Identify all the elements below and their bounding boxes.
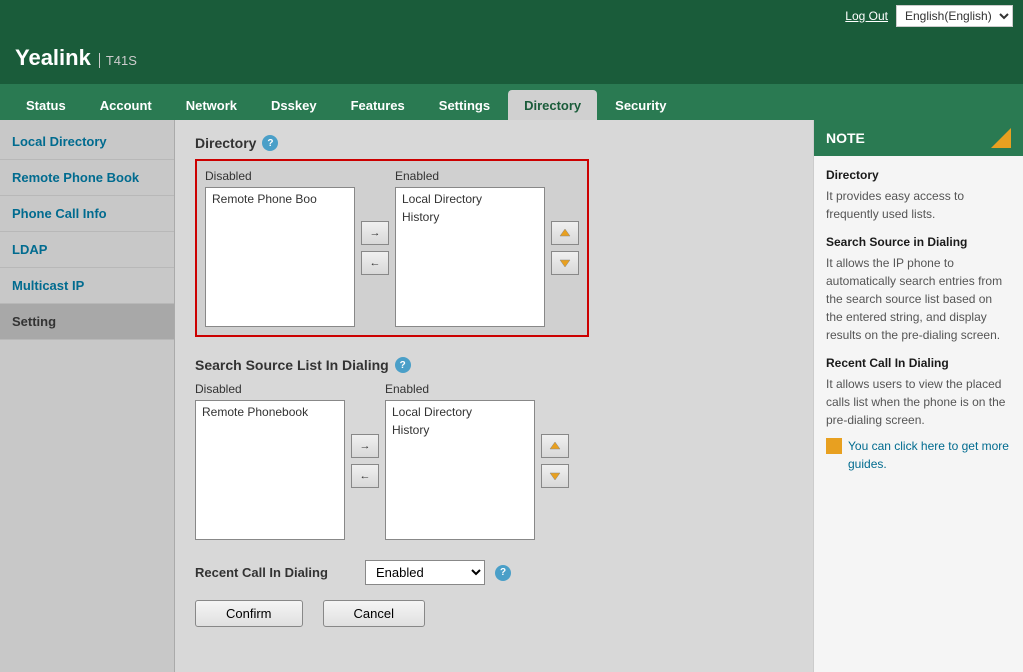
search-move-down-button[interactable] [541,464,569,488]
recent-call-row: Recent Call In Dialing Enabled Disabled … [195,560,793,585]
logout-button[interactable]: Log Out [845,9,888,23]
list-item[interactable]: Local Directory [398,190,542,208]
directory-enabled-list[interactable]: Local Directory History [395,187,545,327]
note-link-text[interactable]: You can click here to get more guides. [848,437,1011,473]
brand-name: Yealink [15,45,91,71]
tab-features[interactable]: Features [335,90,421,120]
tab-status[interactable]: Status [10,90,82,120]
search-help-icon[interactable]: ? [395,357,411,373]
note-section-title-recent: Recent Call In Dialing [826,354,1011,372]
search-section-title: Search Source List In Dialing ? [195,357,793,373]
cancel-button[interactable]: Cancel [323,600,425,627]
directory-disabled-label: Disabled [205,169,355,183]
top-bar: Log Out English(English) [0,0,1023,32]
confirm-button[interactable]: Confirm [195,600,303,627]
search-disabled-list[interactable]: Remote Phonebook [195,400,345,540]
search-box: Disabled Remote Phonebook → ← Enabled Lo… [195,382,569,540]
list-item[interactable]: History [388,421,532,439]
sidebar-item-multicast-ip[interactable]: Multicast IP [0,268,174,304]
logo: Yealink T41S [15,45,137,71]
list-item[interactable]: History [398,208,542,226]
directory-order-buttons [551,221,579,275]
recent-call-select[interactable]: Enabled Disabled [365,560,485,585]
recent-call-help-icon[interactable]: ? [495,565,511,581]
list-item[interactable]: Remote Phone Boo [208,190,352,208]
search-lists: Disabled Remote Phonebook → ← Enabled Lo… [195,382,569,540]
search-order-buttons [541,434,569,488]
note-section-title-directory: Directory [826,166,1011,184]
note-text-recent: It allows users to view the placed calls… [826,375,1011,429]
directory-move-down-button[interactable] [551,251,579,275]
tab-network[interactable]: Network [170,90,253,120]
tab-settings[interactable]: Settings [423,90,506,120]
nav-tabs: Status Account Network Dsskey Features S… [0,84,1023,120]
search-enabled-group: Enabled Local Directory History [385,382,535,540]
directory-disabled-list[interactable]: Remote Phone Boo [205,187,355,327]
tab-account[interactable]: Account [84,90,168,120]
sidebar-item-phone-call-info[interactable]: Phone Call Info [0,196,174,232]
recent-call-label: Recent Call In Dialing [195,565,355,580]
search-transfer-buttons: → ← [351,434,379,488]
tab-dsskey[interactable]: Dsskey [255,90,333,120]
search-move-up-button[interactable] [541,434,569,458]
search-disabled-group: Disabled Remote Phonebook [195,382,345,540]
list-item[interactable]: Remote Phonebook [198,403,342,421]
directory-section-title: Directory ? [195,135,793,151]
header: Yealink T41S [0,32,1023,84]
content-area: Directory ? Disabled Remote Phone Boo → … [175,120,813,672]
directory-disabled-group: Disabled Remote Phone Boo [205,169,355,327]
note-content: Directory It provides easy access to fre… [814,156,1023,483]
tab-security[interactable]: Security [599,90,682,120]
search-enabled-label: Enabled [385,382,535,396]
tab-directory[interactable]: Directory [508,90,597,120]
directory-move-left-button[interactable]: ← [361,251,389,275]
note-panel: NOTE Directory It provides easy access t… [813,120,1023,672]
search-section: Search Source List In Dialing ? Disabled… [195,357,793,540]
sidebar-item-ldap[interactable]: LDAP [0,232,174,268]
note-header: NOTE [814,120,1023,156]
search-move-right-button[interactable]: → [351,434,379,458]
directory-move-up-button[interactable] [551,221,579,245]
note-text-search: It allows the IP phone to automatically … [826,254,1011,344]
directory-help-icon[interactable]: ? [262,135,278,151]
directory-section: Directory ? Disabled Remote Phone Boo → … [195,135,793,337]
directory-move-right-button[interactable]: → [361,221,389,245]
sidebar: Local Directory Remote Phone Book Phone … [0,120,175,672]
search-disabled-label: Disabled [195,382,345,396]
directory-lists: Disabled Remote Phone Boo → ← Enabled Lo… [205,169,579,327]
directory-transfer-buttons: → ← [361,221,389,275]
model-name: T41S [99,53,137,68]
search-move-left-button[interactable]: ← [351,464,379,488]
sidebar-item-local-directory[interactable]: Local Directory [0,124,174,160]
directory-enabled-group: Enabled Local Directory History [395,169,545,327]
search-enabled-list[interactable]: Local Directory History [385,400,535,540]
list-item[interactable]: Local Directory [388,403,532,421]
bottom-buttons: Confirm Cancel [195,600,793,627]
directory-enabled-label: Enabled [395,169,545,183]
note-text-directory: It provides easy access to frequently us… [826,187,1011,223]
sidebar-item-remote-phone-book[interactable]: Remote Phone Book [0,160,174,196]
directory-box: Disabled Remote Phone Boo → ← Enabled Lo… [195,159,589,337]
note-section-title-search: Search Source in Dialing [826,233,1011,251]
main-layout: Local Directory Remote Phone Book Phone … [0,120,1023,672]
sidebar-item-setting[interactable]: Setting [0,304,174,340]
note-link-icon [826,438,842,454]
note-corner-decoration [991,128,1011,148]
note-link-row: You can click here to get more guides. [826,437,1011,473]
language-select[interactable]: English(English) [896,5,1013,27]
